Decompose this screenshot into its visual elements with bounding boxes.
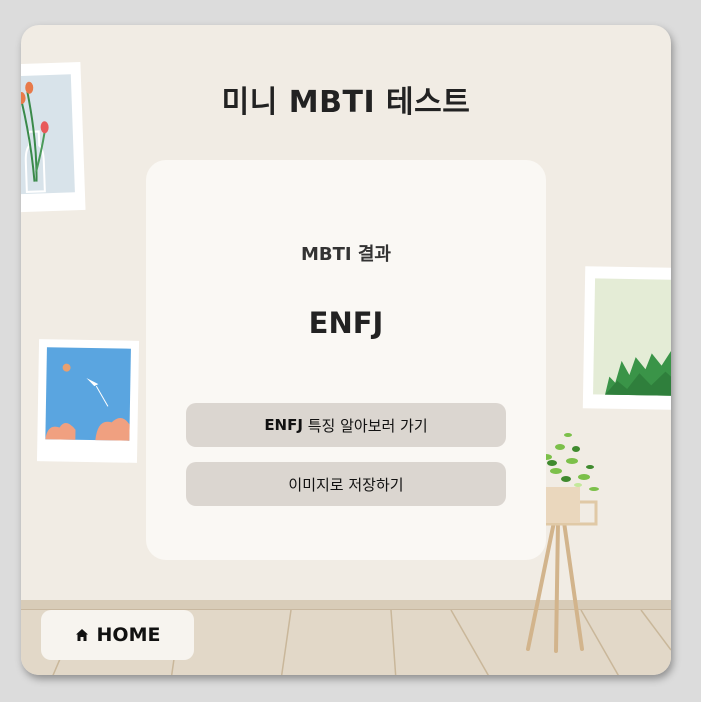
app-frame: 미니 MBTI 테스트 MBTI 결과 ENFJ ENFJ 특징 알아보러 가기… xyxy=(21,25,671,675)
home-button[interactable]: HOME xyxy=(41,610,194,660)
result-card: MBTI 결과 ENFJ ENFJ 특징 알아보러 가기 이미지로 저장하기 xyxy=(146,160,546,560)
page-title: 미니 MBTI 테스트 xyxy=(221,85,471,120)
traits-button-label: 특징 알아보러 가기 xyxy=(302,416,428,435)
result-type: ENFJ xyxy=(308,306,384,340)
save-image-button[interactable]: 이미지로 저장하기 xyxy=(186,462,506,506)
traits-button[interactable]: ENFJ 특징 알아보러 가기 xyxy=(186,403,506,447)
result-label: MBTI 결과 xyxy=(301,244,391,265)
home-icon xyxy=(75,629,88,641)
green-trees-picture xyxy=(582,266,671,410)
sky-plane-picture xyxy=(36,339,140,463)
home-label: HOME xyxy=(96,624,161,646)
traits-button-type: ENFJ xyxy=(264,416,303,434)
